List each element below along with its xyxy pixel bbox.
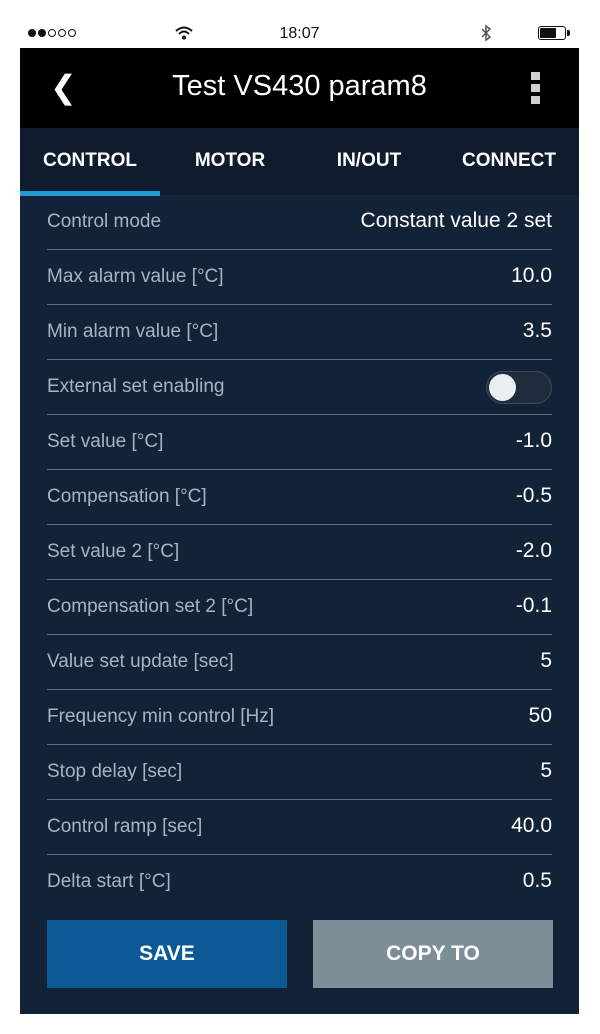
param-min-alarm-value[interactable]: Min alarm value [°C] 3.5 (47, 305, 552, 360)
save-button[interactable]: SAVE (47, 920, 287, 988)
tab-in-out[interactable]: IN/OUT (299, 128, 439, 195)
param-label: Stop delay [sec] (47, 761, 183, 782)
status-bar: 18:07 (20, 20, 579, 48)
param-label: Control mode (47, 211, 162, 232)
param-value[interactable]: -0.1 (516, 594, 552, 618)
param-compensation[interactable]: Compensation [°C] -0.5 (47, 470, 552, 525)
param-value[interactable]: -1.0 (516, 429, 552, 453)
param-label: Delta start [°C] (47, 871, 171, 892)
param-label: Compensation set 2 [°C] (47, 596, 254, 617)
param-value-set-update[interactable]: Value set update [sec] 5 (47, 635, 552, 690)
param-set-value-2[interactable]: Set value 2 [°C] -2.0 (47, 525, 552, 580)
page-title: Test VS430 param8 (172, 70, 427, 102)
param-control-mode[interactable]: Control mode Constant value 2 set (47, 195, 552, 250)
param-stop-delay[interactable]: Stop delay [sec] 5 (47, 745, 552, 800)
param-control-ramp[interactable]: Control ramp [sec] 40.0 (47, 800, 552, 855)
tab-control[interactable]: CONTROL (20, 128, 160, 195)
param-compensation-set-2[interactable]: Compensation set 2 [°C] -0.1 (47, 580, 552, 635)
param-value[interactable]: 3.5 (523, 319, 552, 343)
param-set-value[interactable]: Set value [°C] -1.0 (47, 415, 552, 470)
param-label: External set enabling (47, 376, 225, 397)
param-label: Frequency min control [Hz] (47, 706, 275, 727)
app-header: ❮ Test VS430 param8 (20, 48, 579, 128)
param-label: Set value [°C] (47, 431, 164, 452)
param-label: Min alarm value [°C] (47, 321, 219, 342)
toggle-knob (489, 374, 516, 401)
parameter-list: Control mode Constant value 2 set Max al… (47, 195, 552, 909)
param-value[interactable]: -0.5 (516, 484, 552, 508)
param-external-set-enabling: External set enabling (47, 360, 552, 415)
param-value[interactable]: 50 (529, 704, 552, 728)
param-max-alarm-value[interactable]: Max alarm value [°C] 10.0 (47, 250, 552, 305)
param-value[interactable]: 0.5 (523, 869, 552, 893)
status-time: 18:07 (279, 25, 320, 42)
param-frequency-min-control[interactable]: Frequency min control [Hz] 50 (47, 690, 552, 745)
param-value[interactable]: Constant value 2 set (361, 209, 552, 233)
tab-bar: CONTROL MOTOR IN/OUT CONNECT (20, 128, 579, 196)
param-value[interactable]: 40.0 (511, 814, 552, 838)
param-value[interactable]: 5 (540, 759, 552, 783)
external-set-toggle[interactable] (486, 371, 552, 404)
param-value[interactable]: 10.0 (511, 264, 552, 288)
param-label: Control ramp [sec] (47, 816, 203, 837)
param-value[interactable]: 5 (540, 649, 552, 673)
copy-to-button[interactable]: COPY TO (313, 920, 553, 988)
param-label: Compensation [°C] (47, 486, 207, 507)
param-delta-start[interactable]: Delta start [°C] 0.5 (47, 855, 552, 909)
kebab-menu-icon[interactable] (531, 72, 541, 104)
bluetooth-icon (481, 24, 492, 42)
param-label: Set value 2 [°C] (47, 541, 180, 562)
param-label: Value set update [sec] (47, 651, 234, 672)
tab-motor[interactable]: MOTOR (160, 128, 300, 195)
battery-icon (538, 26, 570, 40)
param-value[interactable]: -2.0 (516, 539, 552, 563)
param-label: Max alarm value [°C] (47, 266, 224, 287)
tab-connect[interactable]: CONNECT (439, 128, 579, 195)
phone-screen: 18:07 ❮ Test VS430 param8 CONTROL MOTOR … (20, 20, 579, 1014)
